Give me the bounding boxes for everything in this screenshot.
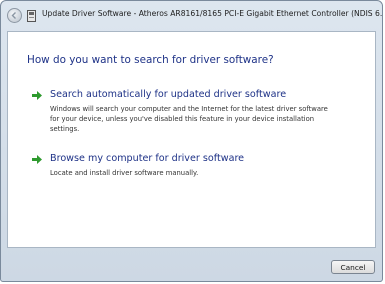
option-title[interactable]: Search automatically for updated driver …	[50, 89, 286, 100]
dialog-window: Update Driver Software - Atheros AR8161/…	[0, 0, 383, 282]
search-automatically-option[interactable]: Search automatically for updated driver …	[32, 89, 352, 139]
green-arrow-icon	[32, 155, 42, 164]
window-title: Update Driver Software - Atheros AR8161/…	[42, 9, 383, 18]
dialog-footer: Cancel	[1, 248, 382, 281]
cancel-button[interactable]: Cancel	[331, 260, 375, 274]
option-description: Windows will search your computer and th…	[50, 105, 328, 133]
content-panel: How do you want to search for driver sof…	[7, 31, 376, 248]
title-bar: Update Driver Software - Atheros AR8161/…	[1, 1, 382, 31]
browse-computer-option[interactable]: Browse my computer for driver software L…	[32, 153, 352, 181]
green-arrow-icon	[32, 91, 42, 100]
option-description: Locate and install driver software manua…	[50, 169, 199, 177]
back-button[interactable]	[7, 8, 22, 23]
device-icon	[27, 10, 36, 22]
back-arrow-icon	[11, 12, 16, 19]
option-title[interactable]: Browse my computer for driver software	[50, 153, 244, 164]
page-heading: How do you want to search for driver sof…	[27, 54, 274, 66]
